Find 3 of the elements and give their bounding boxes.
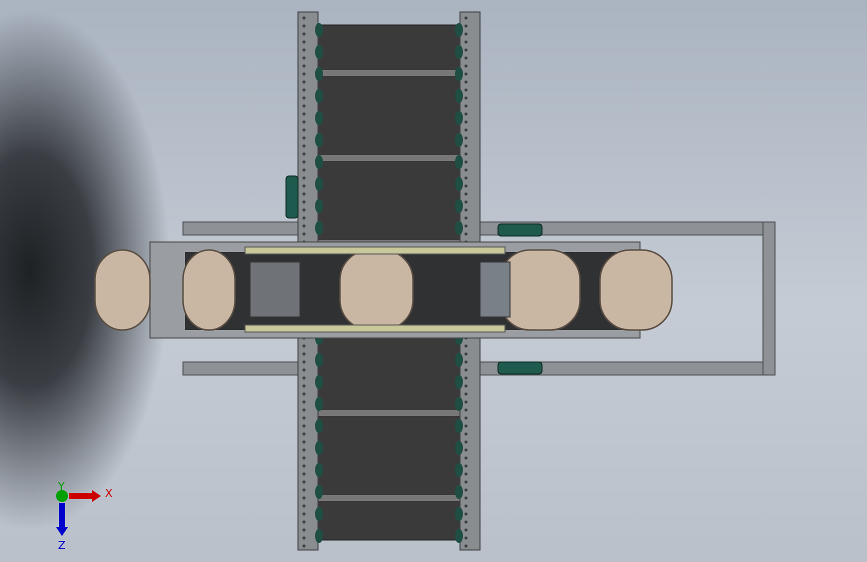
- axis-label: Y: [58, 480, 65, 493]
- axis-label: Z: [58, 539, 66, 552]
- axis-label: X: [105, 487, 113, 500]
